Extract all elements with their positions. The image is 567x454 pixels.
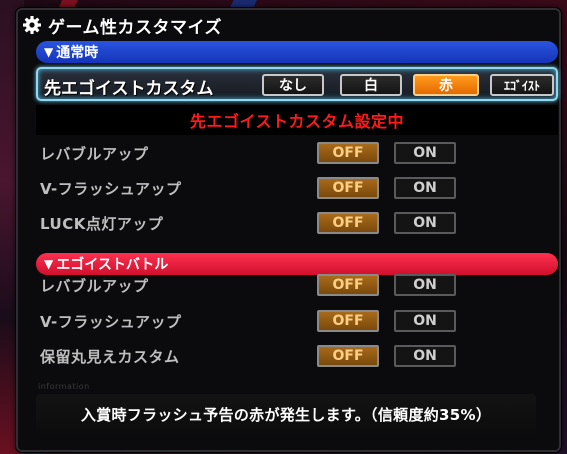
off-button[interactable]: OFF (317, 177, 379, 199)
section-label: エゴイストバトル (56, 257, 169, 273)
setting-label: レバブルアップ (40, 145, 149, 163)
setting-row: LUCK点灯アップ OFF ON (36, 210, 558, 236)
on-button[interactable]: ON (394, 274, 456, 296)
collapse-triangle-icon: ▼ (44, 257, 54, 271)
off-button[interactable]: OFF (317, 310, 379, 332)
gear-icon (23, 16, 41, 34)
collapse-triangle-icon: ▼ (44, 45, 54, 59)
on-button[interactable]: ON (394, 142, 456, 164)
information-box: 入賞時フラッシュ予告の赤が発生します。（信頼度約35%） (36, 394, 536, 434)
off-button[interactable]: OFF (317, 274, 379, 296)
egoist-custom-row[interactable]: 先エゴイストカスタム なし 白 赤 ｴｺﾞｲｽﾄ (36, 67, 558, 101)
option-egoist-button[interactable]: ｴｺﾞｲｽﾄ (490, 74, 554, 96)
status-message: 先エゴイストカスタム設定中 (36, 105, 558, 135)
setting-row: V-フラッシュアップ OFF ON (36, 175, 558, 201)
on-button[interactable]: ON (394, 310, 456, 332)
off-button[interactable]: OFF (317, 142, 379, 164)
customize-panel: ゲーム性カスタマイズ ▼ 通常時 先エゴイストカスタム なし 白 赤 ｴｺﾞｲｽ… (16, 8, 561, 452)
information-text: 入賞時フラッシュ予告の赤が発生します。（信頼度約35%） (80, 405, 492, 424)
panel-header: ゲーム性カスタマイズ (22, 14, 222, 38)
on-button[interactable]: ON (394, 177, 456, 199)
on-button[interactable]: ON (394, 345, 456, 367)
panel-title: ゲーム性カスタマイズ (48, 17, 222, 38)
section-label: 通常時 (56, 45, 99, 61)
option-white-button[interactable]: 白 (340, 74, 402, 96)
setting-label: LUCK点灯アップ (40, 215, 164, 233)
setting-label: V-フラッシュアップ (40, 313, 182, 331)
option-red-button[interactable]: 赤 (413, 74, 479, 96)
setting-label: 保留丸見えカスタム (40, 348, 180, 366)
setting-row: レバブルアップ OFF ON (36, 272, 558, 298)
information-label: information (38, 382, 90, 391)
off-button[interactable]: OFF (317, 345, 379, 367)
setting-row: レバブルアップ OFF ON (36, 140, 558, 166)
custom-label: 先エゴイストカスタム (44, 79, 214, 99)
setting-label: レバブルアップ (40, 277, 149, 295)
option-none-button[interactable]: なし (262, 74, 324, 96)
off-button[interactable]: OFF (317, 212, 379, 234)
on-button[interactable]: ON (394, 212, 456, 234)
setting-row: V-フラッシュアップ OFF ON (36, 308, 558, 334)
setting-label: V-フラッシュアップ (40, 180, 182, 198)
setting-row: 保留丸見えカスタム OFF ON (36, 343, 558, 369)
section-header-normal: ▼ 通常時 (36, 41, 558, 63)
